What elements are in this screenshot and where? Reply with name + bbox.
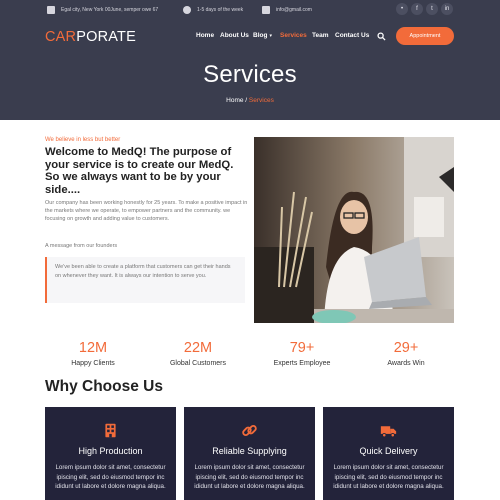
stat-global-customers: 22M Global Customers (148, 340, 248, 367)
logo-accent: CAR (45, 29, 77, 45)
feature-card-quick-delivery[interactable]: Quick Delivery Lorem ipsum dolor sit ame… (323, 407, 454, 500)
linkedin-icon[interactable]: in (441, 3, 453, 15)
stat-value: 12M (78, 340, 108, 356)
facebook-icon[interactable]: f (411, 3, 423, 15)
founders-quote: We've been able to create a platform tha… (45, 257, 245, 303)
stat-value: 22M (183, 340, 213, 356)
logo-rest: PORATE (76, 29, 136, 45)
stat-awards-win: 29+ Awards Win (356, 340, 456, 367)
hours-text: 1-5 days of the week (197, 7, 244, 13)
link-icon (242, 424, 257, 437)
stat-label: Awards Win (387, 360, 425, 367)
hours-info: 1-5 days of the week (183, 4, 243, 16)
stat-value: 29+ (393, 340, 419, 356)
about-paragraph: Our company has been working honestly fo… (45, 200, 248, 222)
breadcrumb-current: Services (248, 97, 274, 104)
logo[interactable]: CARPORATE (45, 29, 136, 45)
map-pin-icon (47, 6, 55, 14)
twitter-icon[interactable]: t (426, 3, 438, 15)
email-text[interactable]: info@gmail.com (276, 7, 312, 13)
page-header: Egal city, New York 00June, semper owe 6… (0, 0, 500, 120)
truck-icon (380, 426, 397, 438)
breadcrumb: Home / Services (0, 97, 500, 104)
mail-icon (262, 6, 270, 14)
feature-text: Lorem ipsum dolor sit amet, consectetur … (55, 464, 166, 490)
address-text: Egal city, New York 00June, semper owe 6… (61, 7, 159, 13)
stat-experts-employee: 79+ Experts Employee (252, 340, 352, 367)
clock-icon (183, 6, 191, 14)
rss-icon[interactable]: • (396, 3, 408, 15)
appointment-button[interactable]: Appointment (396, 27, 454, 45)
stat-happy-clients: 12M Happy Clients (43, 340, 143, 367)
nav-services[interactable]: Services (280, 32, 307, 42)
founders-message-label: A message from our founders (45, 243, 118, 249)
address-info: Egal city, New York 00June, semper owe 6… (47, 4, 158, 16)
chevron-down-icon: ▾ (269, 33, 272, 39)
page-title: Services (203, 61, 297, 88)
feature-title: Quick Delivery (359, 446, 418, 456)
stat-label: Global Customers (169, 360, 227, 367)
about-tagline: We believe in less but better (45, 137, 121, 143)
stat-label: Experts Employee (273, 360, 331, 367)
nav-home[interactable]: Home (196, 32, 214, 42)
feature-text: Lorem ipsum dolor sit amet, consectetur … (194, 464, 305, 490)
breadcrumb-home[interactable]: Home (226, 97, 243, 104)
section-title: Why Choose Us (45, 378, 163, 395)
factory-icon (105, 423, 116, 438)
about-photo (254, 137, 454, 323)
search-icon[interactable] (377, 32, 386, 41)
nav-blog[interactable]: Blog ▾ (253, 32, 272, 42)
about-heading: Welcome to MedQ! The purpose of your ser… (45, 146, 234, 196)
feature-card-high-production[interactable]: High Production Lorem ipsum dolor sit am… (45, 407, 176, 500)
nav-about-us[interactable]: About Us (220, 32, 249, 42)
stat-value: 79+ (289, 340, 315, 356)
email-info[interactable]: info@gmail.com (262, 4, 312, 16)
nav-team[interactable]: Team (312, 32, 329, 42)
stat-label: Happy Clients (71, 360, 115, 367)
nav-contact-us[interactable]: Contact Us (335, 32, 369, 42)
feature-text: Lorem ipsum dolor sit amet, consectetur … (333, 464, 444, 490)
feature-title: High Production (78, 446, 143, 456)
feature-title: Reliable Supplying (212, 446, 287, 456)
nav-blog-label: Blog (253, 32, 268, 39)
feature-card-reliable-supplying[interactable]: Reliable Supplying Lorem ipsum dolor sit… (184, 407, 315, 500)
top-info-bar: Egal city, New York 00June, semper owe 6… (0, 0, 500, 20)
